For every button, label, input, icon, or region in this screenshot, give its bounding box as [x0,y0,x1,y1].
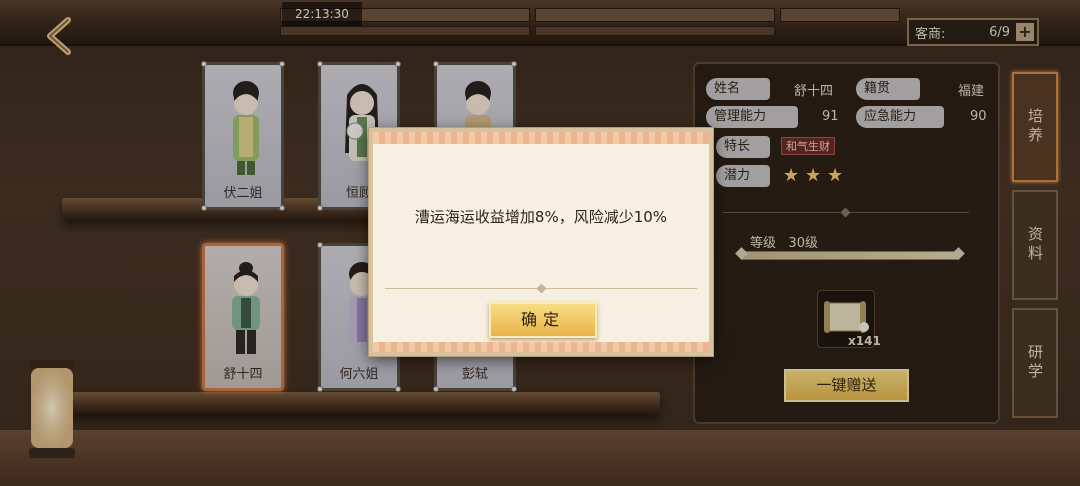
dialog-bottom-border [373,342,709,352]
confirm-button[interactable]: 确定 [489,302,597,338]
dialog-divider-ornament [536,283,547,294]
dialog-message: 漕运海运收益增加8%，风险减少10% [414,208,668,226]
dialog-top-border [373,132,709,144]
result-dialog: 漕运海运收益增加8%，风险减少10% 确定 [369,128,713,356]
